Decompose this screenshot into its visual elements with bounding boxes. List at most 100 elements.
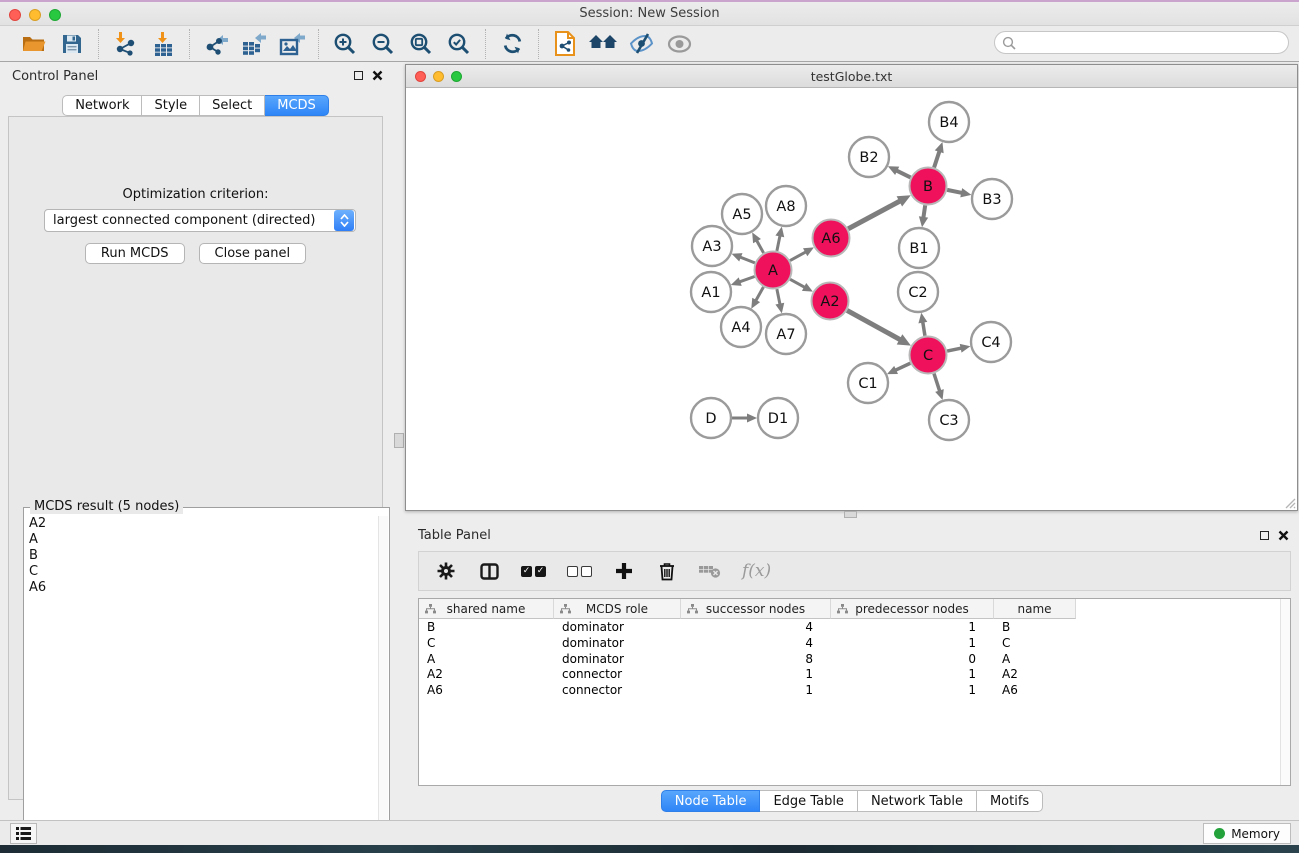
column-header-successor-nodes[interactable]: successor nodes bbox=[681, 599, 831, 619]
result-item[interactable]: B bbox=[25, 548, 377, 564]
tab-select[interactable]: Select bbox=[200, 95, 265, 116]
tab-network[interactable]: Network bbox=[62, 95, 142, 116]
graph-node-B[interactable]: B bbox=[910, 168, 947, 205]
cell-name[interactable]: A bbox=[994, 651, 1076, 667]
column-header-shared-name[interactable]: shared name bbox=[419, 599, 554, 619]
show-panels-button[interactable] bbox=[10, 823, 37, 844]
add-column-button[interactable] bbox=[613, 559, 635, 583]
graph-edge-A-A3[interactable] bbox=[740, 257, 755, 263]
home-button[interactable] bbox=[587, 28, 619, 60]
tab-style[interactable]: Style bbox=[142, 95, 200, 116]
close-panel-icon[interactable] bbox=[1278, 530, 1289, 541]
zoom-in-button[interactable] bbox=[329, 28, 361, 60]
apply-layout-button[interactable] bbox=[496, 28, 528, 60]
graph-node-A7[interactable]: A7 bbox=[766, 314, 806, 354]
cell-successor-nodes[interactable]: 4 bbox=[681, 635, 831, 651]
graph-node-D[interactable]: D bbox=[691, 398, 731, 438]
save-session-button[interactable] bbox=[56, 28, 88, 60]
open-session-button[interactable] bbox=[18, 28, 50, 60]
graph-node-A[interactable]: A bbox=[755, 252, 792, 289]
result-item[interactable]: C bbox=[25, 564, 377, 580]
cell-name[interactable]: A6 bbox=[994, 682, 1076, 698]
cell-name[interactable]: C bbox=[994, 635, 1076, 651]
result-item[interactable]: A bbox=[25, 532, 377, 548]
tab-network-table[interactable]: Network Table bbox=[858, 790, 977, 812]
close-panel-icon[interactable] bbox=[372, 70, 383, 81]
hide-graphics-details-button[interactable] bbox=[625, 28, 657, 60]
column-header-predecessor-nodes[interactable]: predecessor nodes bbox=[831, 599, 994, 619]
graph-edge-A6-B[interactable] bbox=[848, 201, 900, 229]
zoom-out-button[interactable] bbox=[367, 28, 399, 60]
cell-successor-nodes[interactable]: 4 bbox=[681, 619, 831, 635]
graph-node-B2[interactable]: B2 bbox=[849, 137, 889, 177]
tab-edge-table[interactable]: Edge Table bbox=[760, 790, 857, 812]
search-field[interactable] bbox=[994, 31, 1289, 54]
graph-node-C3[interactable]: C3 bbox=[929, 400, 969, 440]
column-header-name[interactable]: name bbox=[994, 599, 1076, 619]
cell-name[interactable]: B bbox=[994, 619, 1076, 635]
graph-node-A4[interactable]: A4 bbox=[721, 307, 761, 347]
cell-predecessor-nodes[interactable]: 1 bbox=[831, 635, 994, 651]
graph-node-A6[interactable]: A6 bbox=[813, 220, 850, 257]
select-all-button[interactable]: ✓ ✓ bbox=[521, 559, 546, 583]
graph-node-C[interactable]: C bbox=[910, 337, 947, 374]
close-window-button[interactable] bbox=[9, 9, 21, 21]
resize-grip-icon[interactable] bbox=[1284, 497, 1296, 509]
cell-successor-nodes[interactable]: 8 bbox=[681, 651, 831, 667]
tab-motifs[interactable]: Motifs bbox=[977, 790, 1043, 812]
graph-node-B4[interactable]: B4 bbox=[929, 102, 969, 142]
cell-mcds-role[interactable]: dominator bbox=[554, 651, 681, 667]
graph-edge-A-A1[interactable] bbox=[739, 277, 754, 282]
graph-node-A5[interactable]: A5 bbox=[722, 194, 762, 234]
tab-mcds[interactable]: MCDS bbox=[265, 95, 329, 116]
graph-node-A8[interactable]: A8 bbox=[766, 186, 806, 226]
export-table-button[interactable] bbox=[238, 28, 270, 60]
export-network-button[interactable] bbox=[200, 28, 232, 60]
deselect-all-button[interactable] bbox=[567, 559, 592, 583]
graph-node-C1[interactable]: C1 bbox=[848, 363, 888, 403]
graph-node-D1[interactable]: D1 bbox=[758, 398, 798, 438]
cell-predecessor-nodes[interactable]: 0 bbox=[831, 651, 994, 667]
result-scrollbar[interactable] bbox=[378, 516, 388, 849]
cell-mcds-role[interactable]: dominator bbox=[554, 635, 681, 651]
horizontal-splitter-handle[interactable] bbox=[844, 511, 857, 518]
delete-column-button[interactable] bbox=[656, 559, 678, 583]
graph-node-B1[interactable]: B1 bbox=[899, 228, 939, 268]
graph-edge-A2-C[interactable] bbox=[847, 310, 900, 339]
float-panel-icon[interactable] bbox=[1260, 531, 1269, 540]
result-item[interactable]: A6 bbox=[25, 580, 377, 596]
cell-predecessor-nodes[interactable]: 1 bbox=[831, 619, 994, 635]
graph-edge-B-B1[interactable] bbox=[923, 205, 925, 218]
export-image-button[interactable] bbox=[276, 28, 308, 60]
zoom-fit-button[interactable] bbox=[405, 28, 437, 60]
graph-node-A1[interactable]: A1 bbox=[691, 272, 731, 312]
graph-edge-A-A7[interactable] bbox=[777, 289, 780, 304]
cell-mcds-role[interactable]: connector bbox=[554, 666, 681, 682]
graph-edge-C-C3[interactable] bbox=[934, 374, 940, 392]
graph-edge-A-A2[interactable] bbox=[790, 279, 805, 287]
graph-edge-C-C4[interactable] bbox=[947, 348, 962, 351]
table-row[interactable]: Adominator80A bbox=[419, 651, 1290, 667]
result-item[interactable]: A2 bbox=[25, 516, 377, 532]
cell-mcds-role[interactable]: dominator bbox=[554, 619, 681, 635]
graph-edge-A-A4[interactable] bbox=[756, 287, 764, 301]
run-mcds-button[interactable]: Run MCDS bbox=[85, 243, 185, 264]
graph-edge-C-C2[interactable] bbox=[923, 322, 925, 336]
import-network-button[interactable] bbox=[109, 28, 141, 60]
graph-edge-A-A6[interactable] bbox=[790, 252, 806, 261]
column-header-mcds-role[interactable]: MCDS role bbox=[554, 599, 681, 619]
cell-successor-nodes[interactable]: 1 bbox=[681, 682, 831, 698]
network-minimize-button[interactable] bbox=[433, 71, 444, 82]
import-table-button[interactable] bbox=[147, 28, 179, 60]
graph-edge-A-A8[interactable] bbox=[777, 235, 780, 250]
zoom-selected-button[interactable] bbox=[443, 28, 475, 60]
apply-function-button[interactable]: f(x) bbox=[742, 559, 771, 583]
cell-name[interactable]: A2 bbox=[994, 666, 1076, 682]
cell-shared-name[interactable]: A bbox=[419, 651, 554, 667]
cell-shared-name[interactable]: C bbox=[419, 635, 554, 651]
delete-table-button[interactable] bbox=[699, 559, 721, 583]
network-canvas[interactable]: AA1A2A3A4A5A6A7A8BB1B2B3B4CC1C2C3C4DD1 bbox=[406, 88, 1297, 510]
graph-node-A2[interactable]: A2 bbox=[812, 283, 849, 320]
graph-node-C4[interactable]: C4 bbox=[971, 322, 1011, 362]
table-scrollbar[interactable] bbox=[1280, 599, 1290, 785]
